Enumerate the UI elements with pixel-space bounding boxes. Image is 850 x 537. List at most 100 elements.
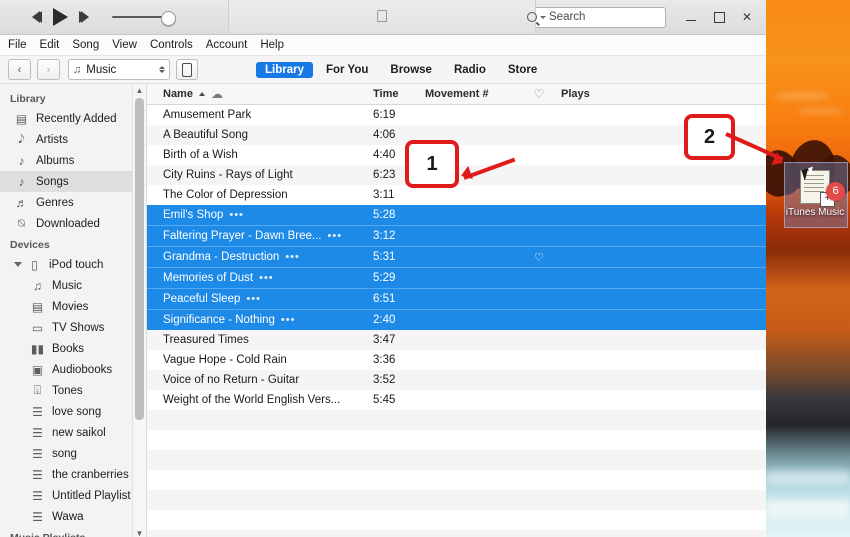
next-button[interactable] <box>79 11 89 23</box>
sidebar-section-library: Library <box>10 93 46 105</box>
menu-help[interactable]: Help <box>260 39 284 51</box>
track-title: Grandma - Destruction <box>163 251 280 263</box>
volume-slider[interactable] <box>112 10 182 26</box>
tab-radio[interactable]: Radio <box>445 62 495 78</box>
play-icon <box>53 8 68 26</box>
more-options-icon[interactable]: ••• <box>328 230 343 242</box>
more-options-icon[interactable]: ••• <box>246 293 261 305</box>
table-row[interactable]: The Color of Depression 3:11 <box>147 185 766 205</box>
sidebar-item-tones[interactable]: ⍗ Tones <box>0 380 146 401</box>
more-options-icon[interactable]: ••• <box>281 314 296 326</box>
bell-icon: ⍗ <box>33 383 42 397</box>
ipod-icon: ▯ <box>31 257 38 272</box>
sidebar-scrollbar[interactable]: ▲ ▼ <box>132 84 146 537</box>
sidebar-item-tv-shows[interactable]: ▭ TV Shows <box>0 317 146 338</box>
search-input[interactable]: Search <box>521 6 666 28</box>
table-row-empty <box>147 490 766 510</box>
sidebar-item-label: Music <box>52 279 83 292</box>
table-row[interactable]: Peaceful Sleep ••• 6:51 <box>147 288 766 309</box>
tab-store[interactable]: Store <box>499 62 546 78</box>
track-title: Emil's Shop <box>163 209 224 221</box>
column-header-plays[interactable]: Plays <box>561 88 621 100</box>
sidebar-item-artists[interactable]: 𝅘𝅥𝅮 Artists <box>0 129 146 150</box>
surf-foam <box>766 470 850 484</box>
sidebar-item-songs[interactable]: ♪ Songs <box>0 171 146 192</box>
table-row[interactable]: Significance - Nothing ••• 2:40 <box>147 309 766 330</box>
sidebar-item-the-cranberries[interactable]: ☰ the cranberries <box>0 464 146 485</box>
menu-view[interactable]: View <box>112 39 137 51</box>
screen: + 6 iTunes Music  <box>0 0 850 537</box>
track-title: Faltering Prayer - Dawn Bree... <box>163 230 322 242</box>
close-button[interactable]: ✕ <box>734 6 760 28</box>
track-title: Memories of Dust <box>163 272 254 284</box>
tab-browse[interactable]: Browse <box>381 62 441 78</box>
track-title: Weight of the World English Vers... <box>163 394 341 406</box>
chevron-updown-icon <box>159 66 165 73</box>
sidebar-item-genres[interactable]: ♬ Genres <box>0 192 146 213</box>
desktop-wallpaper <box>766 0 850 537</box>
sidebar-item-albums[interactable]: ♪ Albums <box>0 150 146 171</box>
column-header-movement[interactable]: Movement # <box>425 88 517 100</box>
maximize-button[interactable] <box>706 6 732 28</box>
more-options-icon[interactable]: ••• <box>259 272 274 284</box>
scroll-down-icon[interactable]: ▼ <box>133 527 146 537</box>
table-row[interactable]: Emil's Shop ••• 5:28 <box>147 205 766 225</box>
sidebar-item-untitled-playlist[interactable]: ☰ Untitled Playlist <box>0 485 146 506</box>
menu-song[interactable]: Song <box>72 39 99 51</box>
forward-button[interactable]: › <box>37 59 60 80</box>
media-kind-select[interactable]: ♫ Music <box>68 59 170 80</box>
sidebar-section-music-playlists[interactable]: Music Playlists <box>0 527 146 537</box>
sidebar-item-recently-added[interactable]: ▤ Recently Added <box>0 108 146 129</box>
tab-for-you[interactable]: For You <box>317 62 377 78</box>
column-header-time[interactable]: Time <box>373 88 425 100</box>
minimize-icon <box>686 19 696 21</box>
play-button[interactable] <box>53 8 68 26</box>
next-icon <box>79 11 89 23</box>
menu-account[interactable]: Account <box>206 39 248 51</box>
chevron-down-icon[interactable] <box>14 262 22 267</box>
more-options-icon[interactable]: ••• <box>285 251 300 263</box>
minimize-button[interactable] <box>678 6 704 28</box>
back-button[interactable]: ‹ <box>8 59 31 80</box>
tab-library[interactable]: Library <box>256 61 313 78</box>
sidebar-item-song[interactable]: ☰ song <box>0 443 146 464</box>
sidebar-item-wawa[interactable]: ☰ Wawa <box>0 506 146 527</box>
sidebar-item-downloaded[interactable]: ⍉ Downloaded <box>0 213 146 234</box>
table-row[interactable]: Amusement Park 6:19 <box>147 105 766 125</box>
menu-edit[interactable]: Edit <box>40 39 60 51</box>
sidebar-item-new-saikol[interactable]: ☰ new saikol <box>0 422 146 443</box>
table-row-empty <box>147 410 766 430</box>
volume-knob[interactable] <box>161 11 177 26</box>
chevron-down-icon[interactable] <box>540 15 546 19</box>
scrollbar-thumb[interactable] <box>135 98 144 420</box>
more-options-icon[interactable]: ••• <box>229 209 244 221</box>
sidebar-item-label: Downloaded <box>36 217 100 230</box>
sidebar-item-books[interactable]: ▮▮ Books <box>0 338 146 359</box>
previous-icon <box>32 11 42 23</box>
desktop-icon-itunes-music[interactable]: + 6 iTunes Music <box>784 162 848 228</box>
sidebar-item-ipod-touch[interactable]: ▯ iPod touch <box>0 254 146 275</box>
menu-file[interactable]: File <box>8 39 27 51</box>
sidebar-item-label: Movies <box>52 300 89 313</box>
track-title: Amusement Park <box>163 109 252 121</box>
column-header-love[interactable]: ♡ <box>517 87 561 101</box>
sidebar-item-love-song[interactable]: ☰ love song <box>0 401 146 422</box>
table-row[interactable]: Faltering Prayer - Dawn Bree... ••• 3:12 <box>147 225 766 246</box>
menu-controls[interactable]: Controls <box>150 39 193 51</box>
sidebar-item-audiobooks[interactable]: ▣ Audiobooks <box>0 359 146 380</box>
track-love-icon[interactable]: ♡ <box>517 251 561 264</box>
table-row[interactable]: Voice of no Return - Guitar 3:52 <box>147 370 766 390</box>
column-header-name[interactable]: Name ☁ <box>147 87 373 101</box>
table-row[interactable]: Vague Hope - Cold Rain 3:36 <box>147 350 766 370</box>
sidebar-item-movies[interactable]: ▤ Movies <box>0 296 146 317</box>
table-row[interactable]: Grandma - Destruction ••• 5:31 ♡ <box>147 246 766 267</box>
table-row[interactable]: Treasured Times 3:47 <box>147 330 766 350</box>
sidebar-item-music[interactable]: ♫ Music <box>0 275 146 296</box>
music-note-icon: ♫ <box>73 63 82 76</box>
table-row[interactable]: Memories of Dust ••• 5:29 <box>147 267 766 288</box>
track-name: Faltering Prayer - Dawn Bree... ••• <box>147 230 373 242</box>
previous-button[interactable] <box>32 11 42 23</box>
device-button[interactable] <box>176 59 198 80</box>
table-row[interactable]: Weight of the World English Vers... 5:45 <box>147 390 766 410</box>
scroll-up-icon[interactable]: ▲ <box>133 84 146 97</box>
